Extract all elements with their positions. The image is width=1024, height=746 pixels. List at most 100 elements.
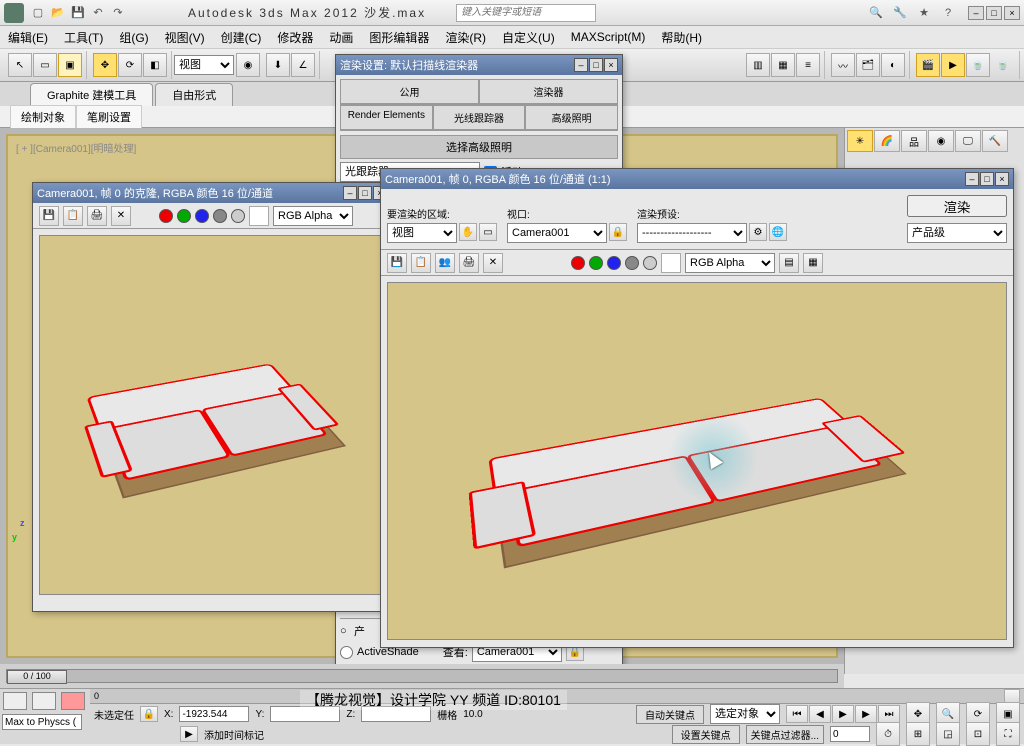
menu-render[interactable]: 渲染(R) xyxy=(445,29,486,46)
keymode-select[interactable]: 选定对象 xyxy=(710,704,780,724)
tab-freeform[interactable]: 自由形式 xyxy=(155,83,233,106)
region-icon[interactable]: ✋ xyxy=(459,223,477,241)
rfb-max[interactable]: □ xyxy=(358,186,372,200)
teapot-outline-icon[interactable]: 🍵 xyxy=(991,53,1015,77)
time-handle[interactable]: 0 / 100 xyxy=(7,670,67,684)
select-tool[interactable]: ↖ xyxy=(8,53,32,77)
rtab-raytrace[interactable]: 光线跟踪器 xyxy=(433,105,526,130)
mirror-tool[interactable]: ▥ xyxy=(746,53,770,77)
save-icon[interactable]: 💾 xyxy=(69,4,87,22)
goto-start-icon[interactable]: ⏮ xyxy=(786,705,808,723)
dlg-close[interactable]: × xyxy=(604,58,618,72)
star-icon[interactable]: ★ xyxy=(915,4,933,22)
viewport-label[interactable]: [ + ][Camera001][明暗处理] xyxy=(16,140,136,155)
utilities-panel-icon[interactable]: 🔨 xyxy=(982,130,1008,152)
activeshade-radio[interactable] xyxy=(340,646,353,659)
rff-close[interactable]: × xyxy=(995,172,1009,186)
tick1[interactable] xyxy=(1004,689,1020,703)
angle-snap[interactable]: ∠ xyxy=(291,53,315,77)
rfb-print-icon[interactable]: 🖨 xyxy=(87,206,107,226)
rff-red-icon[interactable] xyxy=(571,256,585,270)
subtab-brush[interactable]: 笔刷设置 xyxy=(76,105,142,129)
window-crossing-tool[interactable]: ▣ xyxy=(58,53,82,77)
schematic-icon[interactable]: 🗂 xyxy=(856,53,880,77)
rfb-save-icon[interactable]: 💾 xyxy=(39,206,59,226)
redo-icon[interactable]: ↷ xyxy=(109,4,127,22)
swatch-icon[interactable] xyxy=(249,206,269,226)
script-listener[interactable] xyxy=(2,714,82,730)
rtab-renderer[interactable]: 渲染器 xyxy=(479,79,618,104)
pivot-icon[interactable]: ◉ xyxy=(236,53,260,77)
rff-print-icon[interactable]: 🖨 xyxy=(459,253,479,273)
menu-edit[interactable]: 编辑(E) xyxy=(8,29,48,46)
rff-mono-icon[interactable] xyxy=(643,256,657,270)
rfb-copy-icon[interactable]: 📋 xyxy=(63,206,83,226)
move-tool[interactable]: ✥ xyxy=(93,53,117,77)
rtab-advlight[interactable]: 高级照明 xyxy=(525,105,618,130)
snap-toggle[interactable]: ⬇ xyxy=(266,53,290,77)
rotate-tool[interactable]: ⟳ xyxy=(118,53,142,77)
open-icon[interactable]: 📂 xyxy=(49,4,67,22)
lock-icon[interactable]: 🔒 xyxy=(609,223,627,241)
curve-editor-icon[interactable]: 〰 xyxy=(831,53,855,77)
ref-coord-select[interactable]: 视图 xyxy=(174,55,234,75)
prompt-icon[interactable]: ▶ xyxy=(180,726,198,742)
red-channel-icon[interactable] xyxy=(159,209,173,223)
modify-panel-icon[interactable]: 🌈 xyxy=(874,130,900,152)
scale-tool[interactable]: ◧ xyxy=(143,53,167,77)
nav3-icon[interactable]: ◲ xyxy=(936,722,960,746)
nav2-icon[interactable]: ⊞ xyxy=(906,722,930,746)
viewport-select[interactable]: Camera001 xyxy=(507,223,607,243)
undo-icon[interactable]: ↶ xyxy=(89,4,107,22)
hierarchy-panel-icon[interactable]: 品 xyxy=(901,130,927,152)
rfb-image[interactable] xyxy=(39,235,385,595)
add-marker[interactable]: 添加时间标记 xyxy=(204,727,264,742)
menu-customize[interactable]: 自定义(U) xyxy=(502,29,555,46)
area-select[interactable]: 视图 xyxy=(387,223,457,243)
blue-channel-icon[interactable] xyxy=(195,209,209,223)
render-setup-icon[interactable]: 🎬 xyxy=(916,53,940,77)
subtab-paint[interactable]: 绘制对象 xyxy=(10,105,76,129)
alpha-channel-icon[interactable] xyxy=(213,209,227,223)
rff-toggle2-icon[interactable]: ▦ xyxy=(803,253,823,273)
product-select[interactable]: 产品级 xyxy=(907,223,1007,243)
sb-btn3[interactable] xyxy=(61,692,85,710)
close-button[interactable]: × xyxy=(1004,6,1020,20)
time-slider[interactable]: 0 / 100 xyxy=(6,669,838,683)
rtab-common[interactable]: 公用 xyxy=(340,79,479,104)
dlg-max[interactable]: □ xyxy=(589,58,603,72)
maximize-button[interactable]: □ xyxy=(986,6,1002,20)
menu-views[interactable]: 视图(V) xyxy=(165,29,205,46)
play-icon[interactable]: ▶ xyxy=(832,705,854,723)
rtab-elements[interactable]: Render Elements xyxy=(340,105,433,130)
mono-channel-icon[interactable] xyxy=(231,209,245,223)
rff-copy-icon[interactable]: 📋 xyxy=(411,253,431,273)
align-tool[interactable]: ▦ xyxy=(771,53,795,77)
menu-maxscript[interactable]: MAXScript(M) xyxy=(571,30,646,44)
preset-opt-icon[interactable]: ⚙ xyxy=(749,223,767,241)
prev-frame-icon[interactable]: ◀ xyxy=(809,705,831,723)
rff-clone-icon[interactable]: 👥 xyxy=(435,253,455,273)
create-panel-icon[interactable]: ✳ xyxy=(847,130,873,152)
render-button[interactable]: 渲染 xyxy=(907,195,1007,217)
layers-icon[interactable]: ≡ xyxy=(796,53,820,77)
sb-btn1[interactable] xyxy=(3,692,27,710)
time-config-icon[interactable]: ⏱ xyxy=(876,722,900,746)
nav5-icon[interactable]: ⛶ xyxy=(996,722,1020,746)
x-coord[interactable] xyxy=(179,706,249,722)
section-header[interactable]: 选择高级照明 xyxy=(340,135,618,159)
help-search-input[interactable] xyxy=(456,4,596,22)
rfb-clear-icon[interactable]: ✕ xyxy=(111,206,131,226)
green-channel-icon[interactable] xyxy=(177,209,191,223)
key-icon[interactable]: 🔧 xyxy=(891,4,909,22)
crop-icon[interactable]: ▭ xyxy=(479,223,497,241)
new-icon[interactable]: ▢ xyxy=(29,4,47,22)
lock-sel-icon[interactable]: 🔒 xyxy=(140,706,158,722)
rff-blue-icon[interactable] xyxy=(607,256,621,270)
menu-modifiers[interactable]: 修改器 xyxy=(277,29,313,46)
rff-alpha-icon[interactable] xyxy=(625,256,639,270)
sb-btn2[interactable] xyxy=(32,692,56,710)
frame-input[interactable] xyxy=(830,726,870,742)
timeline[interactable]: 0 / 100 xyxy=(0,664,844,688)
rff-swatch-icon[interactable] xyxy=(661,253,681,273)
